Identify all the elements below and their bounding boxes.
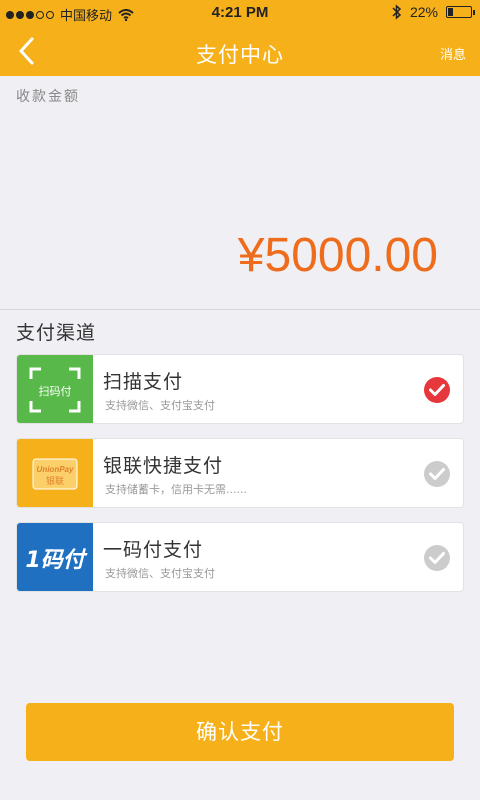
scan-pay-logo: 扫码付: [17, 355, 93, 423]
channel-one-code-pay[interactable]: 1码付 一码付支付 支持微信、支付宝支付: [16, 522, 464, 592]
battery-icon: [446, 6, 475, 18]
check-unselected-icon[interactable]: [423, 544, 451, 572]
channel-desc: 支持储蓄卡，信用卡无需......: [105, 483, 247, 496]
confirm-pay-button[interactable]: 确认支付: [26, 703, 454, 761]
channel-desc: 支持微信、支付宝支付: [105, 567, 215, 580]
channel-name: 一码付支付: [103, 539, 204, 561]
scan-frame-icon: 扫码付: [29, 367, 81, 413]
unionpay-logo: UnionPay 银联: [17, 439, 93, 507]
unionpay-icon: UnionPay 银联: [32, 458, 78, 490]
amount-value: ¥5000.00: [237, 229, 438, 282]
page-title: 支付中心: [196, 43, 284, 67]
battery-percent: 22%: [409, 4, 438, 20]
one-code-logo-text: 1码付: [25, 548, 87, 573]
scan-logo-text: 扫码付: [39, 385, 72, 398]
one-code-pay-logo: 1码付: [17, 523, 93, 591]
one-code-icon: 1码付: [25, 548, 87, 573]
unionpay-logo-text: UnionPay: [37, 465, 74, 474]
divider: [0, 309, 480, 310]
channel-desc: 支持微信、支付宝支付: [105, 399, 215, 412]
messages-link[interactable]: 消息: [440, 44, 466, 63]
nav-bar: 支付中心 消息: [0, 26, 480, 76]
check-unselected-icon[interactable]: [423, 460, 451, 488]
channel-scan-pay[interactable]: 扫码付 扫描支付 支持微信、支付宝支付: [16, 354, 464, 424]
bluetooth-icon: [392, 4, 402, 20]
channel-name: 扫描支付: [103, 371, 184, 393]
channel-unionpay[interactable]: UnionPay 银联 银联快捷支付 支持储蓄卡，信用卡无需......: [16, 438, 464, 508]
status-bar: 中国移动 4:21 PM 22%: [0, 0, 480, 26]
channel-name: 银联快捷支付: [103, 455, 224, 477]
status-right: 22%: [392, 4, 475, 20]
unionpay-logo-subtext: 银联: [46, 475, 64, 487]
check-selected-icon[interactable]: [423, 376, 451, 404]
channels-title: 支付渠道: [16, 322, 97, 344]
amount-label: 收款金额: [16, 89, 80, 105]
